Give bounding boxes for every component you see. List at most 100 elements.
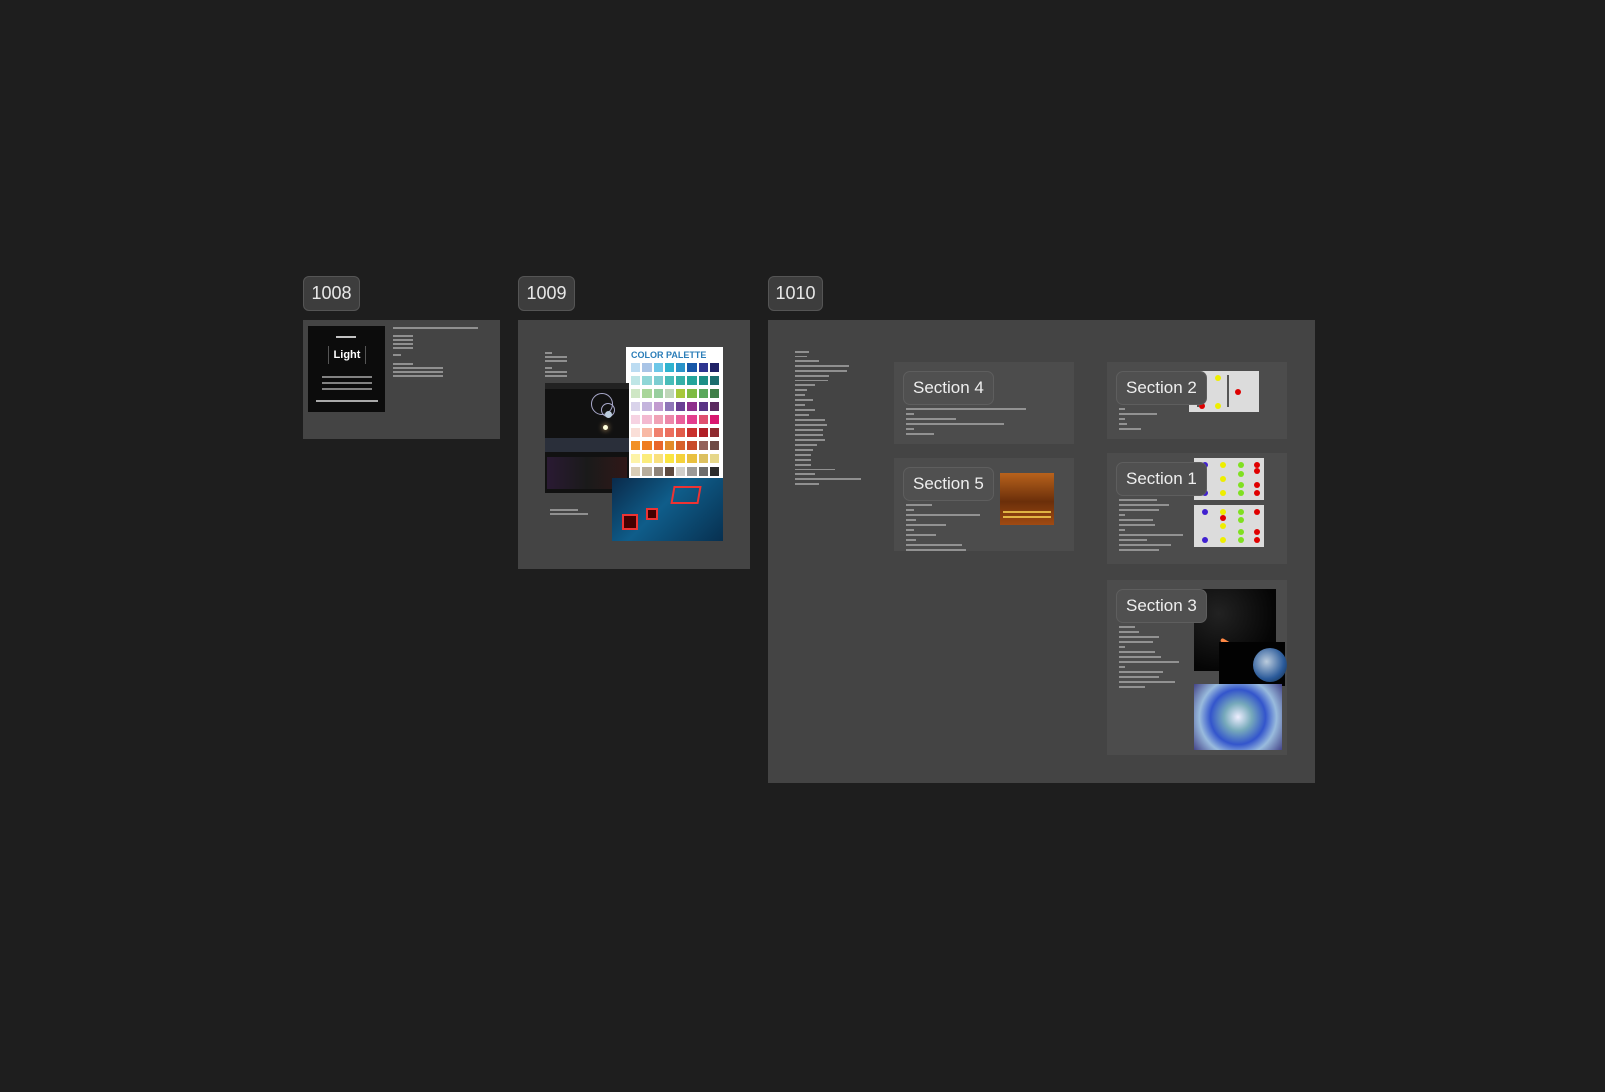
palette-swatch [687,402,697,411]
palette-swatch [664,363,674,372]
poster-image: Light [308,326,385,412]
palette-swatch [653,363,663,372]
video-app-screenshot [545,383,629,493]
palette-swatch [698,454,708,463]
section-4-title[interactable]: Section 4 [903,371,994,405]
section-2-title[interactable]: Section 2 [1116,371,1207,405]
palette-swatch [631,428,641,437]
frame-label-1009[interactable]: 1009 [518,276,575,311]
palette-swatch [676,428,686,437]
dot [1254,537,1260,543]
palette-swatch [664,402,674,411]
dot [1202,509,1208,515]
palette-swatch [709,376,719,385]
dot [1238,462,1244,468]
palette-swatch [642,402,652,411]
palette-swatch [653,415,663,424]
palette-swatch [698,402,708,411]
palette-swatch [631,441,641,450]
section-4[interactable]: Section 4 [894,362,1074,444]
palette-swatch [687,441,697,450]
palette-swatch [676,376,686,385]
palette-swatch [631,415,641,424]
concert-poster-image [1000,473,1054,525]
palette-swatch [642,389,652,398]
frame-1010[interactable]: Section 4 Section 5 Section 2 Section 1 [768,320,1315,783]
palette-swatch [698,441,708,450]
palette-swatch [676,467,686,476]
palette-swatch [698,415,708,424]
palette-swatch [642,363,652,372]
dot [1238,537,1244,543]
dot [1202,537,1208,543]
section-5-title[interactable]: Section 5 [903,467,994,501]
section-5[interactable]: Section 5 [894,458,1074,551]
palette-swatch [698,389,708,398]
palette-swatch [664,467,674,476]
palette-swatch [698,363,708,372]
palette-swatch [676,363,686,372]
palette-swatch [664,454,674,463]
palette-swatch [709,402,719,411]
palette-swatch [664,441,674,450]
dot [1220,515,1226,521]
palette-swatch [676,454,686,463]
section-1-title[interactable]: Section 1 [1116,462,1207,496]
dot [1220,476,1226,482]
palette-swatch [687,389,697,398]
frame-1008[interactable]: Light [303,320,500,439]
palette-swatch [709,415,719,424]
color-palette-image: COLOR PALETTE [626,347,723,478]
palette-swatch [687,376,697,385]
palette-swatch [698,467,708,476]
palette-swatch [698,428,708,437]
notes-text [393,327,478,329]
frame-1009[interactable]: COLOR PALETTE [518,320,750,569]
palette-swatch [653,467,663,476]
dot [1238,482,1244,488]
section-2[interactable]: Section 2 [1107,362,1287,439]
section-1[interactable]: Section 1 [1107,453,1287,564]
tunnel-image [1194,684,1282,750]
section-3-title[interactable]: Section 3 [1116,589,1207,623]
palette-swatch [642,454,652,463]
frame-label-1010[interactable]: 1010 [768,276,823,311]
palette-swatch [676,415,686,424]
palette-swatch [687,428,697,437]
section-3[interactable]: Section 3 [1107,580,1287,755]
palette-swatch [642,428,652,437]
palette-swatch [676,402,686,411]
outline-notes [795,351,865,485]
dot [1254,468,1260,474]
palette-swatch [642,376,652,385]
palette-swatch [631,467,641,476]
dot [1254,490,1260,496]
earth-image [1219,642,1287,686]
palette-swatch [676,389,686,398]
palette-swatch [653,454,663,463]
dot [1220,462,1226,468]
palette-swatch [653,402,663,411]
palette-swatch [631,389,641,398]
palette-swatch [664,428,674,437]
dot [1220,523,1226,529]
palette-swatch [709,389,719,398]
palette-swatch [653,376,663,385]
palette-swatch [687,363,697,372]
palette-swatch [687,454,697,463]
dot [1254,482,1260,488]
dots-diagram-bottom [1194,505,1264,547]
dot [1238,529,1244,535]
palette-swatch [631,376,641,385]
palette-swatch [709,441,719,450]
dot [1238,490,1244,496]
dot [1254,529,1260,535]
beat-saber-image [612,478,723,541]
frame-label-1008[interactable]: 1008 [303,276,360,311]
palette-swatch [698,376,708,385]
palette-swatch [653,441,663,450]
poster-title: Light [328,346,366,364]
palette-grid [631,363,719,476]
dot [1220,490,1226,496]
palette-swatch [631,454,641,463]
